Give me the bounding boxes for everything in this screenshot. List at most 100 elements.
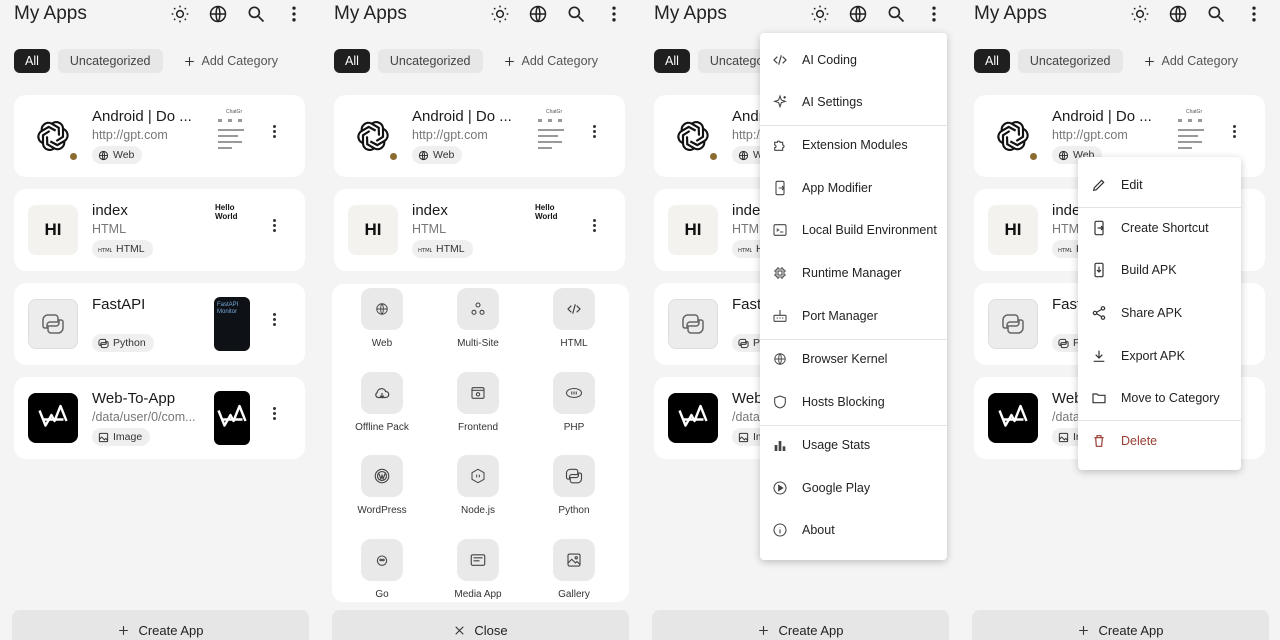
- app-type-multi-site[interactable]: Multi-Site: [438, 288, 518, 349]
- menu-item-usage-stats[interactable]: Usage Stats: [760, 425, 947, 465]
- puzzle-icon: [771, 136, 789, 154]
- app-card[interactable]: FastAPI Python FastAPI Monitor: [14, 283, 305, 365]
- chip-uncategorized[interactable]: Uncategorized: [57, 49, 163, 73]
- close-button[interactable]: Close: [332, 610, 629, 640]
- globe-icon: [771, 350, 789, 368]
- menu-item-ai-settings[interactable]: AI Settings: [760, 82, 947, 122]
- theme-toggle-icon[interactable]: [168, 2, 192, 26]
- language-icon[interactable]: [206, 2, 230, 26]
- add-category-label: Add Category: [521, 54, 598, 68]
- menu-item-app-modifier[interactable]: App Modifier: [760, 168, 947, 208]
- menu-item-browser-kernel[interactable]: Browser Kernel: [760, 339, 947, 379]
- menu-item-delete[interactable]: Delete: [1078, 421, 1241, 461]
- app-preview-thumbnail: ChatGr: [214, 109, 248, 161]
- chip-all[interactable]: All: [14, 49, 50, 73]
- language-icon[interactable]: [846, 2, 870, 26]
- menu-item-hosts-blocking[interactable]: Hosts Blocking: [760, 382, 947, 422]
- menu-item-create-shortcut[interactable]: Create Shortcut: [1078, 208, 1241, 248]
- card-more-icon[interactable]: [591, 219, 597, 232]
- screen-overflow-menu: My AppsAllUncategorizedAdd CategoryAndro…: [640, 0, 960, 640]
- add-category-button[interactable]: Add Category: [491, 49, 610, 73]
- create-app-button[interactable]: Create App: [972, 610, 1269, 640]
- theme-toggle-icon[interactable]: [488, 2, 512, 26]
- create-app-label: Create App: [778, 622, 844, 638]
- menu-item-move-to-category[interactable]: Move to Category: [1078, 378, 1241, 418]
- trash-icon: [1090, 432, 1108, 450]
- menu-item-label: App Modifier: [802, 181, 873, 195]
- theme-toggle-icon[interactable]: [1128, 2, 1152, 26]
- menu-item-google-play[interactable]: Google Play: [760, 468, 947, 508]
- more-vert-icon[interactable]: [602, 2, 626, 26]
- menu-item-edit[interactable]: Edit: [1078, 165, 1241, 205]
- add-category-button[interactable]: Add Category: [171, 49, 290, 73]
- app-icon: [668, 393, 718, 443]
- screens: My Apps All Uncategorized Add Category Andro…: [0, 0, 1280, 640]
- card-more-icon[interactable]: [271, 407, 277, 420]
- create-app-label: Create App: [1098, 622, 1164, 638]
- media-icon: [457, 539, 499, 581]
- card-more-icon[interactable]: [271, 313, 277, 326]
- card-more-icon[interactable]: [591, 125, 597, 138]
- menu-item-port-manager[interactable]: Port Manager: [760, 296, 947, 336]
- app-type-html[interactable]: HTML: [534, 288, 614, 349]
- more-vert-icon[interactable]: [282, 2, 306, 26]
- app-type-label: Web: [371, 338, 393, 349]
- create-app-button[interactable]: Create App: [12, 610, 309, 640]
- app-type-wordpress[interactable]: WordPress: [342, 455, 422, 516]
- app-url: /data/user/0/com...: [92, 410, 196, 424]
- menu-item-about[interactable]: About: [760, 510, 947, 550]
- app-type-offline-pack[interactable]: Offline Pack: [342, 372, 422, 433]
- language-icon[interactable]: [526, 2, 550, 26]
- menu-item-label: Browser Kernel: [802, 352, 888, 366]
- language-icon[interactable]: [1166, 2, 1190, 26]
- card-more-icon[interactable]: [1231, 125, 1237, 138]
- chip-all[interactable]: All: [654, 49, 690, 73]
- app-card[interactable]: Android | Do ... http://gpt.com Web ChatGr: [14, 95, 305, 177]
- search-icon[interactable]: [244, 2, 268, 26]
- more-vert-icon[interactable]: [922, 2, 946, 26]
- app-preview-thumbnail: Hello World: [535, 203, 558, 221]
- app-type-php[interactable]: PHP: [534, 372, 614, 433]
- menu-item-runtime-manager[interactable]: Runtime Manager: [760, 253, 947, 293]
- menu-item-label: Move to Category: [1121, 391, 1220, 405]
- menu-item-share-apk[interactable]: Share APK: [1078, 293, 1241, 333]
- app-type-gallery[interactable]: Gallery: [534, 539, 614, 600]
- app-card[interactable]: HI index HTML HTML HTML Hello World: [334, 189, 625, 271]
- add-category-button[interactable]: Add Category: [1131, 49, 1250, 73]
- globe-icon: [361, 288, 403, 330]
- app-type-python[interactable]: Python: [534, 455, 614, 516]
- python-icon: [553, 455, 595, 497]
- more-vert-icon[interactable]: [1242, 2, 1266, 26]
- menu-item-local-build-environment[interactable]: Local Build Environment: [760, 210, 947, 250]
- app-preview-thumbnail: [214, 391, 250, 445]
- app-card[interactable]: Web-To-App/data/user/0/com... Image: [14, 377, 305, 459]
- menu-item-label: Delete: [1121, 434, 1158, 448]
- app-type-go[interactable]: Go: [342, 539, 422, 600]
- create-app-button[interactable]: Create App: [652, 610, 949, 640]
- chip-all[interactable]: All: [974, 49, 1010, 73]
- menu-item-export-apk[interactable]: Export APK: [1078, 336, 1241, 376]
- card-more-icon[interactable]: [271, 125, 277, 138]
- app-type-web[interactable]: Web: [342, 288, 422, 349]
- chip-uncategorized[interactable]: Uncategorized: [377, 49, 483, 73]
- menu-divider: [760, 425, 947, 426]
- app-card[interactable]: Android | Do ... http://gpt.com Web ChatGr: [334, 95, 625, 177]
- theme-toggle-icon[interactable]: [808, 2, 832, 26]
- app-type-frontend[interactable]: Frontend: [438, 372, 518, 433]
- menu-item-build-apk[interactable]: Build APK: [1078, 250, 1241, 290]
- app-preview-thumbnail: FastAPI Monitor: [214, 297, 250, 351]
- search-icon[interactable]: [564, 2, 588, 26]
- app-type-node-js[interactable]: Node.js: [438, 455, 518, 516]
- chip-uncategorized[interactable]: Uncategorized: [1017, 49, 1123, 73]
- menu-item-ai-coding[interactable]: AI Coding: [760, 40, 947, 80]
- app-card[interactable]: HI index HTML HTML HTML Hello World: [14, 189, 305, 271]
- search-icon[interactable]: [884, 2, 908, 26]
- screen-app-list: My Apps All Uncategorized Add Category Andro…: [0, 0, 320, 640]
- menu-item-label: Export APK: [1121, 349, 1185, 363]
- card-more-icon[interactable]: [271, 219, 277, 232]
- search-icon[interactable]: [1204, 2, 1228, 26]
- chip-all[interactable]: All: [334, 49, 370, 73]
- app-modifier-icon: [771, 179, 789, 197]
- app-type-media-app[interactable]: Media App: [438, 539, 518, 600]
- menu-item-extension-modules[interactable]: Extension Modules: [760, 125, 947, 165]
